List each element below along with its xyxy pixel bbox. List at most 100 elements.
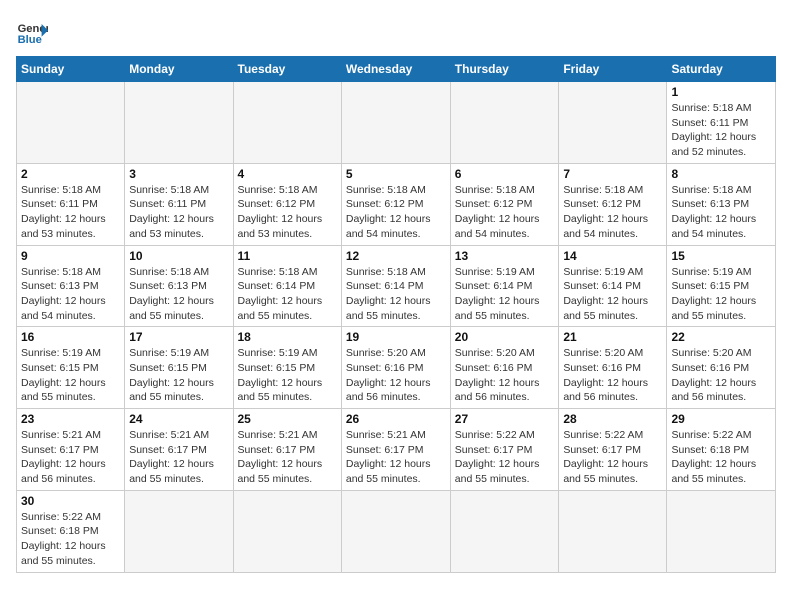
day-number: 3 <box>129 167 228 181</box>
day-info: Sunrise: 5:19 AMSunset: 6:15 PMDaylight:… <box>238 346 337 405</box>
calendar-cell: 9 Sunrise: 5:18 AMSunset: 6:13 PMDaylight… <box>17 245 125 327</box>
svg-text:Blue: Blue <box>18 34 42 46</box>
calendar-cell: 24 Sunrise: 5:21 AMSunset: 6:17 PMDayligh… <box>125 409 233 491</box>
logo-icon: General Blue <box>16 16 48 48</box>
calendar-cell: 6Sunrise: 5:18 AMSunset: 6:12 PMDaylight… <box>450 163 559 245</box>
calendar-week-2: 2 Sunrise: 5:18 AMSunset: 6:11 PMDaylight… <box>17 163 776 245</box>
day-info: Sunrise: 5:22 AMSunset: 6:18 PMDaylight:… <box>671 428 771 487</box>
day-info: Sunrise: 5:18 AMSunset: 6:13 PMDaylight:… <box>129 265 228 324</box>
day-info: Sunrise: 5:18 AMSunset: 6:11 PMDaylight:… <box>21 183 120 242</box>
day-number: 6 <box>455 167 555 181</box>
day-info: Sunrise: 5:21 AMSunset: 6:17 PMDaylight:… <box>129 428 228 487</box>
day-number: 18 <box>238 330 337 344</box>
day-info: Sunrise: 5:18 AMSunset: 6:12 PMDaylight:… <box>563 183 662 242</box>
day-info: Sunrise: 5:19 AMSunset: 6:15 PMDaylight:… <box>129 346 228 405</box>
calendar-cell: 11Sunrise: 5:18 AMSunset: 6:14 PMDayligh… <box>233 245 341 327</box>
calendar-cell: 26 Sunrise: 5:21 AMSunset: 6:17 PMDayligh… <box>341 409 450 491</box>
calendar-cell <box>125 490 233 572</box>
calendar-week-3: 9 Sunrise: 5:18 AMSunset: 6:13 PMDaylight… <box>17 245 776 327</box>
day-number: 28 <box>563 412 662 426</box>
day-number: 13 <box>455 249 555 263</box>
calendar-cell: 13Sunrise: 5:19 AMSunset: 6:14 PMDayligh… <box>450 245 559 327</box>
day-info: Sunrise: 5:21 AMSunset: 6:17 PMDaylight:… <box>346 428 446 487</box>
day-number: 20 <box>455 330 555 344</box>
calendar-cell: 2 Sunrise: 5:18 AMSunset: 6:11 PMDaylight… <box>17 163 125 245</box>
day-info: Sunrise: 5:18 AMSunset: 6:12 PMDaylight:… <box>346 183 446 242</box>
calendar-cell: 5 Sunrise: 5:18 AMSunset: 6:12 PMDaylight… <box>341 163 450 245</box>
day-number: 4 <box>238 167 337 181</box>
day-info: Sunrise: 5:22 AMSunset: 6:18 PMDaylight:… <box>21 510 120 569</box>
calendar-cell <box>450 82 559 164</box>
calendar-cell: 14Sunrise: 5:19 AMSunset: 6:14 PMDayligh… <box>559 245 667 327</box>
calendar-cell: 18 Sunrise: 5:19 AMSunset: 6:15 PMDayligh… <box>233 327 341 409</box>
day-number: 2 <box>21 167 120 181</box>
calendar-cell: 28 Sunrise: 5:22 AMSunset: 6:17 PMDayligh… <box>559 409 667 491</box>
calendar-cell: 1 Sunrise: 5:18 AMSunset: 6:11 PMDaylight… <box>667 82 776 164</box>
day-info: Sunrise: 5:18 AMSunset: 6:13 PMDaylight:… <box>21 265 120 324</box>
calendar-cell: 3 Sunrise: 5:18 AMSunset: 6:11 PMDaylight… <box>125 163 233 245</box>
day-info: Sunrise: 5:18 AMSunset: 6:12 PMDaylight:… <box>238 183 337 242</box>
day-info: Sunrise: 5:20 AMSunset: 6:16 PMDaylight:… <box>346 346 446 405</box>
calendar-cell: 22Sunrise: 5:20 AMSunset: 6:16 PMDayligh… <box>667 327 776 409</box>
calendar-cell: 29 Sunrise: 5:22 AMSunset: 6:18 PMDayligh… <box>667 409 776 491</box>
calendar-cell: 19 Sunrise: 5:20 AMSunset: 6:16 PMDayligh… <box>341 327 450 409</box>
day-number: 27 <box>455 412 555 426</box>
day-info: Sunrise: 5:22 AMSunset: 6:17 PMDaylight:… <box>563 428 662 487</box>
day-number: 12 <box>346 249 446 263</box>
calendar-cell <box>17 82 125 164</box>
day-number: 16 <box>21 330 120 344</box>
weekday-header-wednesday: Wednesday <box>341 57 450 82</box>
weekday-header-saturday: Saturday <box>667 57 776 82</box>
day-number: 24 <box>129 412 228 426</box>
calendar-cell <box>667 490 776 572</box>
day-info: Sunrise: 5:18 AMSunset: 6:14 PMDaylight:… <box>238 265 337 324</box>
calendar-cell <box>233 490 341 572</box>
day-number: 19 <box>346 330 446 344</box>
day-info: Sunrise: 5:18 AMSunset: 6:11 PMDaylight:… <box>129 183 228 242</box>
calendar-cell: 21Sunrise: 5:20 AMSunset: 6:16 PMDayligh… <box>559 327 667 409</box>
header: General Blue <box>16 16 776 48</box>
calendar-cell <box>559 490 667 572</box>
day-number: 9 <box>21 249 120 263</box>
calendar-cell: 25 Sunrise: 5:21 AMSunset: 6:17 PMDayligh… <box>233 409 341 491</box>
weekday-header-monday: Monday <box>125 57 233 82</box>
day-info: Sunrise: 5:21 AMSunset: 6:17 PMDaylight:… <box>21 428 120 487</box>
calendar-cell <box>341 82 450 164</box>
calendar-cell: 16 Sunrise: 5:19 AMSunset: 6:15 PMDayligh… <box>17 327 125 409</box>
day-number: 7 <box>563 167 662 181</box>
day-info: Sunrise: 5:18 AMSunset: 6:11 PMDaylight:… <box>671 101 771 160</box>
day-number: 29 <box>671 412 771 426</box>
calendar-cell <box>450 490 559 572</box>
day-info: Sunrise: 5:18 AMSunset: 6:13 PMDaylight:… <box>671 183 771 242</box>
calendar-week-4: 16 Sunrise: 5:19 AMSunset: 6:15 PMDayligh… <box>17 327 776 409</box>
calendar-cell: 17 Sunrise: 5:19 AMSunset: 6:15 PMDayligh… <box>125 327 233 409</box>
calendar-cell: 8 Sunrise: 5:18 AMSunset: 6:13 PMDaylight… <box>667 163 776 245</box>
day-info: Sunrise: 5:19 AMSunset: 6:15 PMDaylight:… <box>671 265 771 324</box>
calendar-week-1: 1 Sunrise: 5:18 AMSunset: 6:11 PMDaylight… <box>17 82 776 164</box>
day-number: 30 <box>21 494 120 508</box>
day-number: 23 <box>21 412 120 426</box>
day-info: Sunrise: 5:20 AMSunset: 6:16 PMDaylight:… <box>455 346 555 405</box>
day-number: 22 <box>671 330 771 344</box>
day-number: 8 <box>671 167 771 181</box>
calendar-cell <box>125 82 233 164</box>
day-number: 15 <box>671 249 771 263</box>
calendar-cell <box>559 82 667 164</box>
weekday-header-tuesday: Tuesday <box>233 57 341 82</box>
calendar-cell: 15 Sunrise: 5:19 AMSunset: 6:15 PMDayligh… <box>667 245 776 327</box>
day-number: 5 <box>346 167 446 181</box>
day-number: 10 <box>129 249 228 263</box>
day-info: Sunrise: 5:18 AMSunset: 6:14 PMDaylight:… <box>346 265 446 324</box>
day-info: Sunrise: 5:21 AMSunset: 6:17 PMDaylight:… <box>238 428 337 487</box>
day-number: 26 <box>346 412 446 426</box>
calendar-cell: 4 Sunrise: 5:18 AMSunset: 6:12 PMDaylight… <box>233 163 341 245</box>
weekday-header-thursday: Thursday <box>450 57 559 82</box>
day-info: Sunrise: 5:22 AMSunset: 6:17 PMDaylight:… <box>455 428 555 487</box>
day-info: Sunrise: 5:19 AMSunset: 6:15 PMDaylight:… <box>21 346 120 405</box>
day-number: 25 <box>238 412 337 426</box>
day-number: 1 <box>671 85 771 99</box>
day-info: Sunrise: 5:19 AMSunset: 6:14 PMDaylight:… <box>563 265 662 324</box>
weekday-header-row: SundayMondayTuesdayWednesdayThursdayFrid… <box>17 57 776 82</box>
calendar-cell: 7 Sunrise: 5:18 AMSunset: 6:12 PMDaylight… <box>559 163 667 245</box>
day-number: 17 <box>129 330 228 344</box>
